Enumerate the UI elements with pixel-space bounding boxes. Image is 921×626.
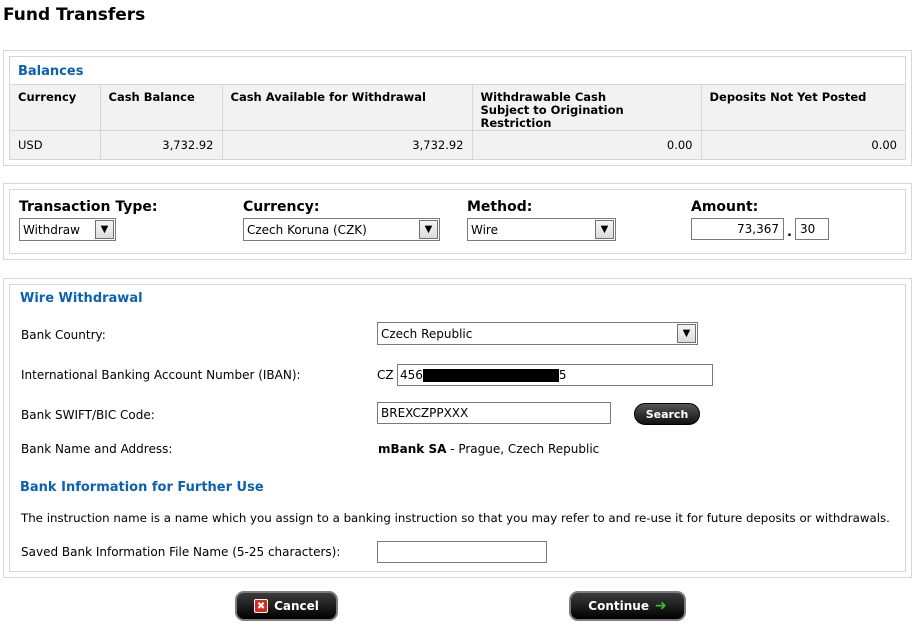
method-field: Method: Wire ▼: [467, 199, 616, 241]
col-header-cash-balance: Cash Balance: [100, 84, 223, 131]
chevron-down-icon[interactable]: ▼: [95, 220, 114, 239]
wire-withdrawal-title: Wire Withdrawal: [20, 291, 143, 306]
bank-name-value: mBank SA - Prague, Czech Republic: [378, 442, 599, 456]
further-use-title: Bank Information for Further Use: [20, 480, 264, 495]
page-title: Fund Transfers: [3, 5, 146, 25]
method-label: Method:: [467, 199, 533, 215]
chevron-down-icon[interactable]: ▼: [677, 324, 696, 343]
col-header-withdrawable-restricted: Withdrawable Cash Subject to Origination…: [472, 84, 702, 131]
swift-input[interactable]: BREXCZPPXXX: [377, 402, 611, 424]
amount-field: Amount: 73,367 . 30: [691, 199, 829, 240]
cancel-button-label: Cancel: [274, 599, 319, 613]
cancel-x-icon: ✖: [254, 599, 269, 613]
iban-end: 5: [558, 368, 567, 382]
bank-country-value: Czech Republic: [381, 326, 473, 341]
chevron-down-icon[interactable]: ▼: [419, 220, 438, 239]
amount-decimal-separator: .: [787, 225, 792, 240]
iban-label: International Banking Account Number (IB…: [21, 368, 301, 382]
cancel-button[interactable]: ✖ Cancel: [235, 591, 338, 621]
balances-title: Balances: [18, 64, 84, 79]
balances-header-row: Currency Cash Balance Cash Available for…: [10, 84, 905, 131]
bank-name: mBank SA: [378, 442, 447, 456]
continue-button[interactable]: Continue ➜: [569, 591, 686, 621]
balances-table: Currency Cash Balance Cash Available for…: [10, 84, 905, 159]
transaction-type-field: Transaction Type: Withdraw ▼: [19, 199, 158, 241]
chevron-down-icon[interactable]: ▼: [595, 220, 614, 239]
bank-country-label: Bank Country:: [21, 328, 106, 342]
iban-redaction: [422, 368, 559, 382]
iban-input[interactable]: 456 5: [397, 364, 713, 386]
currency-field: Currency: Czech Koruna (CZK) ▼: [243, 199, 440, 241]
arrow-right-icon: ➜: [654, 598, 667, 614]
transaction-type-select[interactable]: Withdraw ▼: [19, 218, 116, 241]
amount-label: Amount:: [691, 199, 759, 215]
currency-value: Czech Koruna (CZK): [247, 222, 367, 237]
iban-prefix: CZ: [377, 368, 394, 382]
amount-whole-input[interactable]: 73,367: [691, 218, 784, 240]
further-use-instruction: The instruction name is a name which you…: [21, 511, 890, 525]
bank-name-label: Bank Name and Address:: [21, 442, 173, 456]
cell-cash-balance: 3,732.92: [100, 130, 223, 159]
cell-withdrawable-restricted: 0.00: [472, 130, 702, 159]
transaction-type-label: Transaction Type:: [19, 199, 158, 215]
wire-withdrawal-panel: Wire Withdrawal Bank Country: Czech Repu…: [3, 278, 912, 578]
cell-currency: USD: [10, 130, 101, 159]
method-value: Wire: [471, 222, 498, 237]
search-button[interactable]: Search: [634, 403, 700, 425]
col-header-cash-available: Cash Available for Withdrawal: [222, 84, 473, 131]
col-header-currency: Currency: [10, 84, 101, 131]
transaction-panel: Transaction Type: Withdraw ▼ Currency: C…: [3, 183, 912, 260]
method-select[interactable]: Wire ▼: [467, 218, 616, 241]
iban-start: 456: [400, 368, 423, 382]
balances-panel: Balances Currency Cash Balance Cash Avai…: [3, 50, 912, 166]
bank-country-select[interactable]: Czech Republic ▼: [377, 322, 698, 345]
currency-label: Currency:: [243, 199, 320, 215]
file-name-input[interactable]: [377, 541, 547, 563]
cell-deposits-not-posted: 0.00: [701, 130, 905, 159]
currency-select[interactable]: Czech Koruna (CZK) ▼: [243, 218, 440, 241]
swift-label: Bank SWIFT/BIC Code:: [21, 408, 155, 422]
bank-address: - Prague, Czech Republic: [446, 442, 600, 456]
amount-cents-input[interactable]: 30: [794, 218, 829, 240]
file-name-label: Saved Bank Information File Name (5-25 c…: [21, 545, 341, 559]
continue-button-label: Continue: [588, 599, 649, 613]
col-header-deposits-not-posted: Deposits Not Yet Posted: [701, 84, 905, 131]
table-row: USD 3,732.92 3,732.92 0.00 0.00: [10, 130, 905, 159]
cell-cash-available: 3,732.92: [222, 130, 473, 159]
transaction-type-value: Withdraw: [23, 222, 80, 237]
